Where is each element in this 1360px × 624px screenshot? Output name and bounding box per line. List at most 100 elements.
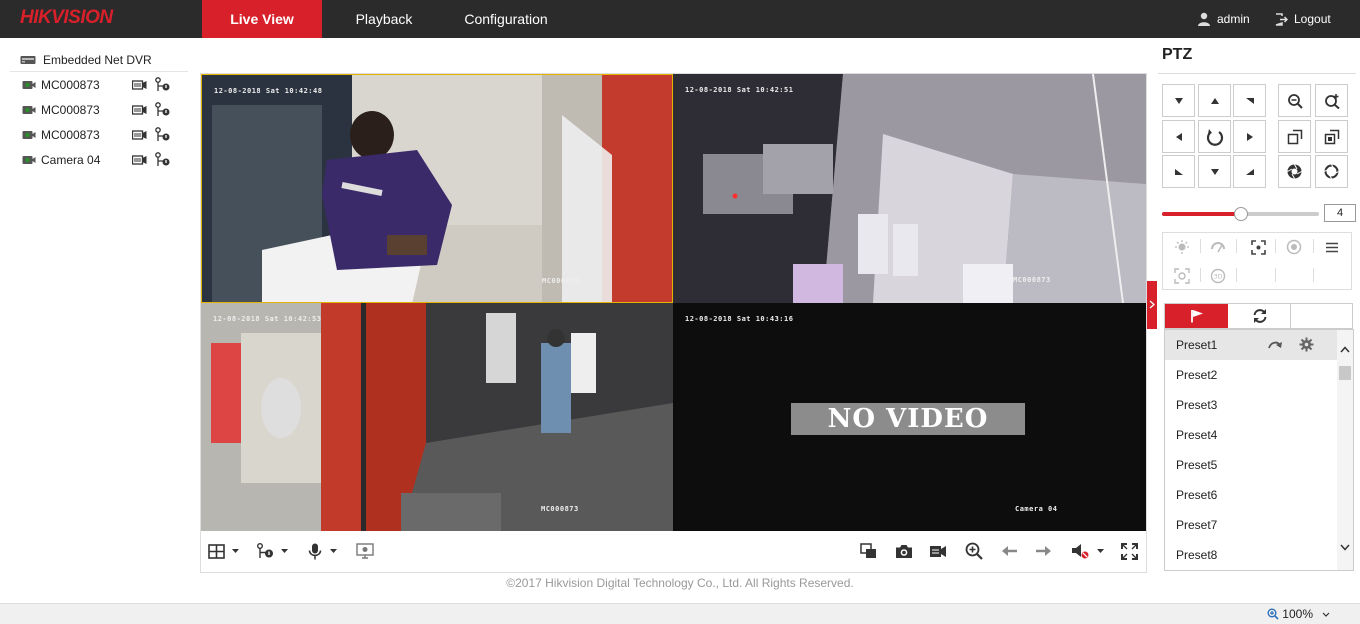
video-frame [202,75,672,302]
camera-item[interactable]: MC000873 [10,122,188,147]
next-page-button[interactable] [1035,541,1052,561]
iris-open-button[interactable] [1315,155,1348,188]
slider-handle[interactable] [1233,207,1248,221]
ptz-up-left-button[interactable] [1162,84,1195,117]
record-icon[interactable] [132,129,147,140]
camera-item[interactable]: MC000873 [10,97,188,122]
record-icon[interactable] [132,104,147,115]
preset-item[interactable]: Preset2 [1165,360,1337,390]
rotate-icon [1206,128,1223,146]
chevron-down-icon [330,549,337,553]
preset-item[interactable]: Preset6 [1165,480,1337,510]
lens-init-button[interactable] [1283,237,1305,257]
nav-playback[interactable]: Playback [334,0,434,38]
video-tile-1[interactable]: 12-08-2018 Sat 10:42:48 MC000873 [201,74,673,303]
layout-button[interactable] [208,541,240,561]
ptz-auto-scan-button[interactable] [1198,120,1231,153]
camera-item[interactable]: Camera 04 [10,147,188,172]
iris-close-icon [1287,164,1302,179]
more-menu-button[interactable] [1321,237,1343,257]
record-icon[interactable] [132,79,147,90]
no-video-banner: NO VIDEO [791,403,1025,435]
stop-all-button[interactable] [860,541,877,561]
preset-item[interactable]: Preset7 [1165,510,1337,540]
dvr-root[interactable]: Embedded Net DVR [10,48,188,72]
ptz-down-left-button[interactable] [1162,155,1195,188]
arrow-up-left-icon [1174,97,1183,104]
zoom-in-button[interactable] [1315,84,1348,117]
osd-camera-label: Camera 04 [1015,505,1058,513]
auxiliary-focus-button[interactable] [1247,237,1269,257]
ptz-speed-slider[interactable] [1162,207,1319,221]
chevron-down-icon[interactable] [1340,544,1350,551]
arrow-right-icon [1036,546,1051,556]
preset-item[interactable]: Preset4 [1165,420,1337,450]
ptz-up-button[interactable] [1198,84,1231,117]
3d-positioning-button[interactable]: 3D [1207,266,1229,286]
zoom-out-button[interactable] [1278,84,1311,117]
preset-list: Preset1 Preset2 Preset3 Preset4 Preset5 … [1164,329,1354,571]
chevron-up-icon[interactable] [1340,346,1350,353]
stream-settings-icon[interactable] [155,77,171,92]
record-icon[interactable] [132,154,147,165]
nav-live-view[interactable]: Live View [202,0,322,38]
ptz-title: PTZ [1162,46,1193,63]
ptz-up-right-button[interactable] [1233,84,1266,117]
nav-configuration[interactable]: Configuration [448,0,564,38]
tab-patrols[interactable] [1228,304,1291,328]
username: admin [1217,12,1250,26]
wiper-button[interactable] [1207,237,1229,257]
video-tile-2[interactable]: 12-08-2018 Sat 10:42:51 MC000873 [673,74,1146,303]
stream-settings-icon[interactable] [155,152,171,167]
ptz-down-right-button[interactable] [1233,155,1266,188]
focus-near-button[interactable] [1278,120,1311,153]
video-tile-4[interactable]: 12-08-2018 Sat 10:43:16 NO VIDEO Camera … [673,303,1146,532]
ptz-left-button[interactable] [1162,120,1195,153]
stream-button[interactable] [257,541,289,561]
divider [1158,73,1356,74]
tab-presets[interactable] [1165,304,1228,328]
ptz-down-button[interactable] [1198,155,1231,188]
focus-far-icon [1324,129,1339,144]
preset-item[interactable]: Preset8 [1165,540,1337,570]
focus-far-button[interactable] [1315,120,1348,153]
dvr-icon [20,56,36,64]
arrow-up-icon [1210,97,1219,104]
video-tile-3[interactable]: 12-08-2018 Sat 10:42:53 MC000873 [201,303,673,532]
camera-status-icon [22,155,36,164]
preset-item[interactable]: Preset1 [1165,330,1337,360]
previous-page-button[interactable] [1001,541,1018,561]
audio-talk-button[interactable] [308,541,338,561]
microphone-icon [308,543,322,559]
call-preset-icon[interactable] [1268,339,1283,351]
light-button[interactable] [1171,237,1193,257]
digital-zoom-all-button[interactable] [356,541,374,561]
preset-item[interactable]: Preset5 [1165,450,1337,480]
ptz-collapse-handle[interactable] [1147,281,1157,329]
camera-item[interactable]: MC000873 [10,72,188,97]
divider [1313,239,1314,253]
iris-open-icon [1324,164,1339,179]
manual-tracking-button[interactable] [1171,266,1193,286]
preset-scrollbar[interactable] [1337,330,1353,570]
logout-button[interactable]: Logout [1275,0,1331,38]
user-menu[interactable]: admin [1197,0,1250,38]
zoom-level-control[interactable]: 100% [1267,607,1330,621]
iris-close-button[interactable] [1278,155,1311,188]
stream-settings-icon[interactable] [155,127,171,142]
fullscreen-button[interactable] [1121,541,1138,561]
ptz-right-button[interactable] [1233,120,1266,153]
stream-settings-icon[interactable] [155,102,171,117]
record-all-button[interactable] [929,541,947,561]
tab-pattern[interactable] [1290,304,1353,328]
osd-camera-label: MC000873 [542,277,580,285]
preset-item[interactable]: Preset3 [1165,390,1337,420]
scrollbar-thumb[interactable] [1339,366,1351,380]
volume-button[interactable] [1071,541,1105,561]
digital-zoom-button[interactable] [965,541,983,561]
light-bulb-icon [1175,240,1189,254]
zoom-value: 100% [1282,607,1313,621]
gear-icon[interactable] [1299,337,1314,352]
capture-button[interactable] [895,541,913,561]
camera-name: MC000873 [41,127,100,142]
